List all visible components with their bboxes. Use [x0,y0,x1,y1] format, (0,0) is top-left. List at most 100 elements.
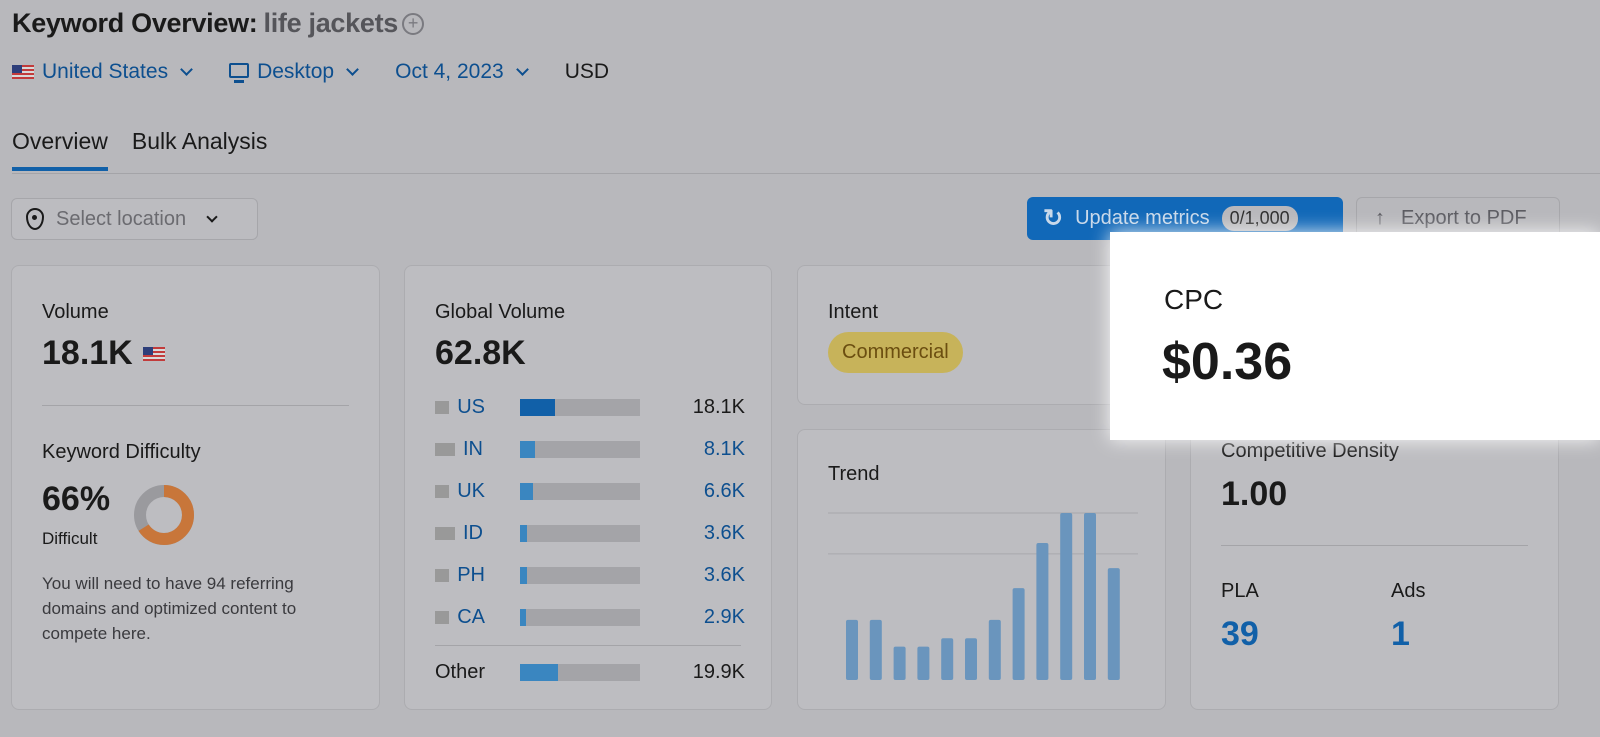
country-value[interactable]: 2.9K [704,606,745,629]
country-value: 18.1K [692,396,745,418]
volume-card: Volume 18.1K Keyword Difficulty 66% Diff… [11,265,380,710]
refresh-icon: ↻ [1043,205,1064,232]
cpc-value: $0.36 [1162,333,1293,391]
country-row-in: IN 8.1K [435,438,745,461]
kd-value: 66% [42,480,111,518]
date-select[interactable]: Oct 4, 2023 [395,60,529,84]
trend-bar[interactable] [1036,543,1049,680]
share-bar-fill [520,399,555,416]
trend-bar[interactable] [869,619,882,680]
country-row-id: ID 3.6K [435,522,745,545]
share-bar-fill [520,567,527,584]
country-value[interactable]: 3.6K [704,564,745,587]
uk-flag-icon [435,485,450,498]
trend-bar[interactable] [1107,568,1120,680]
country-code[interactable]: US [435,396,485,419]
tabs: Overview Bulk Analysis [12,128,267,171]
divider [435,645,741,646]
ads-value[interactable]: 1 [1391,615,1410,654]
share-bar-fill [520,441,536,458]
update-count: 0/1,000 [1221,206,1298,231]
intent-badge: Commercial [828,332,963,373]
tab-overview[interactable]: Overview [12,128,108,171]
desktop-icon [229,62,250,83]
upload-arrow-icon: ↑ [1375,207,1385,229]
country-value[interactable]: 8.1K [704,438,745,461]
location-select[interactable]: Select location [11,198,258,240]
global-volume-label: Global Volume [435,301,566,323]
country-row-us: US 18.1K [435,396,745,419]
cpc-label: CPC [1164,284,1224,315]
location-placeholder: Select location [56,207,187,230]
chevron-down-icon [515,63,529,76]
location-pin-icon [26,208,44,230]
country-code[interactable]: UK [435,480,485,503]
country-value[interactable]: 6.6K [704,480,745,503]
share-bar [520,525,640,542]
trend-card: Trend [797,429,1166,710]
global-volume-card: Global Volume 62.8K US 18.1K IN 8.1K UK 6.6K I… [404,265,772,710]
cd-label: Competitive Density [1221,440,1399,462]
device-label: Desktop [257,60,335,83]
trend-bar[interactable] [941,638,954,680]
trend-bar[interactable] [846,619,858,680]
share-bar [520,567,640,584]
tab-bulk-analysis[interactable]: Bulk Analysis [132,128,268,171]
global-volume-value: 62.8K [435,334,526,372]
country-code[interactable]: CA [435,606,485,629]
ca-flag-icon [435,611,450,624]
trend-bar[interactable] [1084,513,1096,680]
trend-bar[interactable] [1060,513,1073,680]
other-value: 19.9K [692,661,745,683]
cd-value: 1.00 [1221,475,1288,513]
pla-value[interactable]: 39 [1221,615,1259,654]
trend-bar[interactable] [988,619,1001,680]
trend-bar[interactable] [965,638,977,680]
plus-circle-icon[interactable]: + [402,13,424,35]
divider [12,173,1600,174]
country-code-label: CA [457,606,485,628]
country-value[interactable]: 3.6K [704,522,745,545]
kd-donut [134,485,194,545]
volume-label: Volume [42,301,109,323]
device-select[interactable]: Desktop [229,60,359,84]
intent-label: Intent [828,301,879,323]
country-code[interactable]: ID [435,522,485,545]
competitive-density-card: Competitive Density 1.00 PLA 39 Ads 1 [1190,429,1559,710]
keyword: life jackets [263,8,399,38]
country-row-other: Other 19.9K [435,661,745,684]
country-code-label: PH [457,564,485,586]
us-flag-icon [142,346,165,361]
title-label: Keyword Overview: [12,8,258,38]
share-bar-fill [520,609,526,626]
trend-bar[interactable] [1012,588,1025,680]
country-row-ca: CA 2.9K [435,606,745,629]
pla-label: PLA [1221,580,1259,602]
id-flag-icon [435,527,455,540]
divider [1221,545,1528,546]
trend-bar[interactable] [893,646,906,680]
chevron-down-icon [180,63,193,76]
country-row-uk: UK 6.6K [435,480,745,503]
country-code-label: UK [457,480,485,502]
ads-label: Ads [1391,580,1426,602]
share-bar [520,609,640,626]
filters: United States Desktop Oct 4, 2023 USD [12,60,609,84]
country-select[interactable]: United States [12,60,193,84]
us-flag-icon [435,401,450,414]
ph-flag-icon [435,569,450,582]
country-code-label: IN [463,438,483,460]
country-code[interactable]: IN [435,438,485,461]
country-label: United States [42,60,169,83]
share-bar [520,483,640,500]
trend-bar[interactable] [917,646,930,680]
share-bar-fill [520,664,559,681]
cpc-card-highlighted: CPC $0.36 [1110,232,1600,440]
kd-level: Difficult [42,529,98,548]
country-code[interactable]: PH [435,564,485,587]
date-label: Oct 4, 2023 [395,60,504,83]
country-code-label: US [457,396,485,418]
update-label: Update metrics [1075,207,1210,229]
volume-value: 18.1K [42,334,133,372]
share-bar-fill [520,525,527,542]
